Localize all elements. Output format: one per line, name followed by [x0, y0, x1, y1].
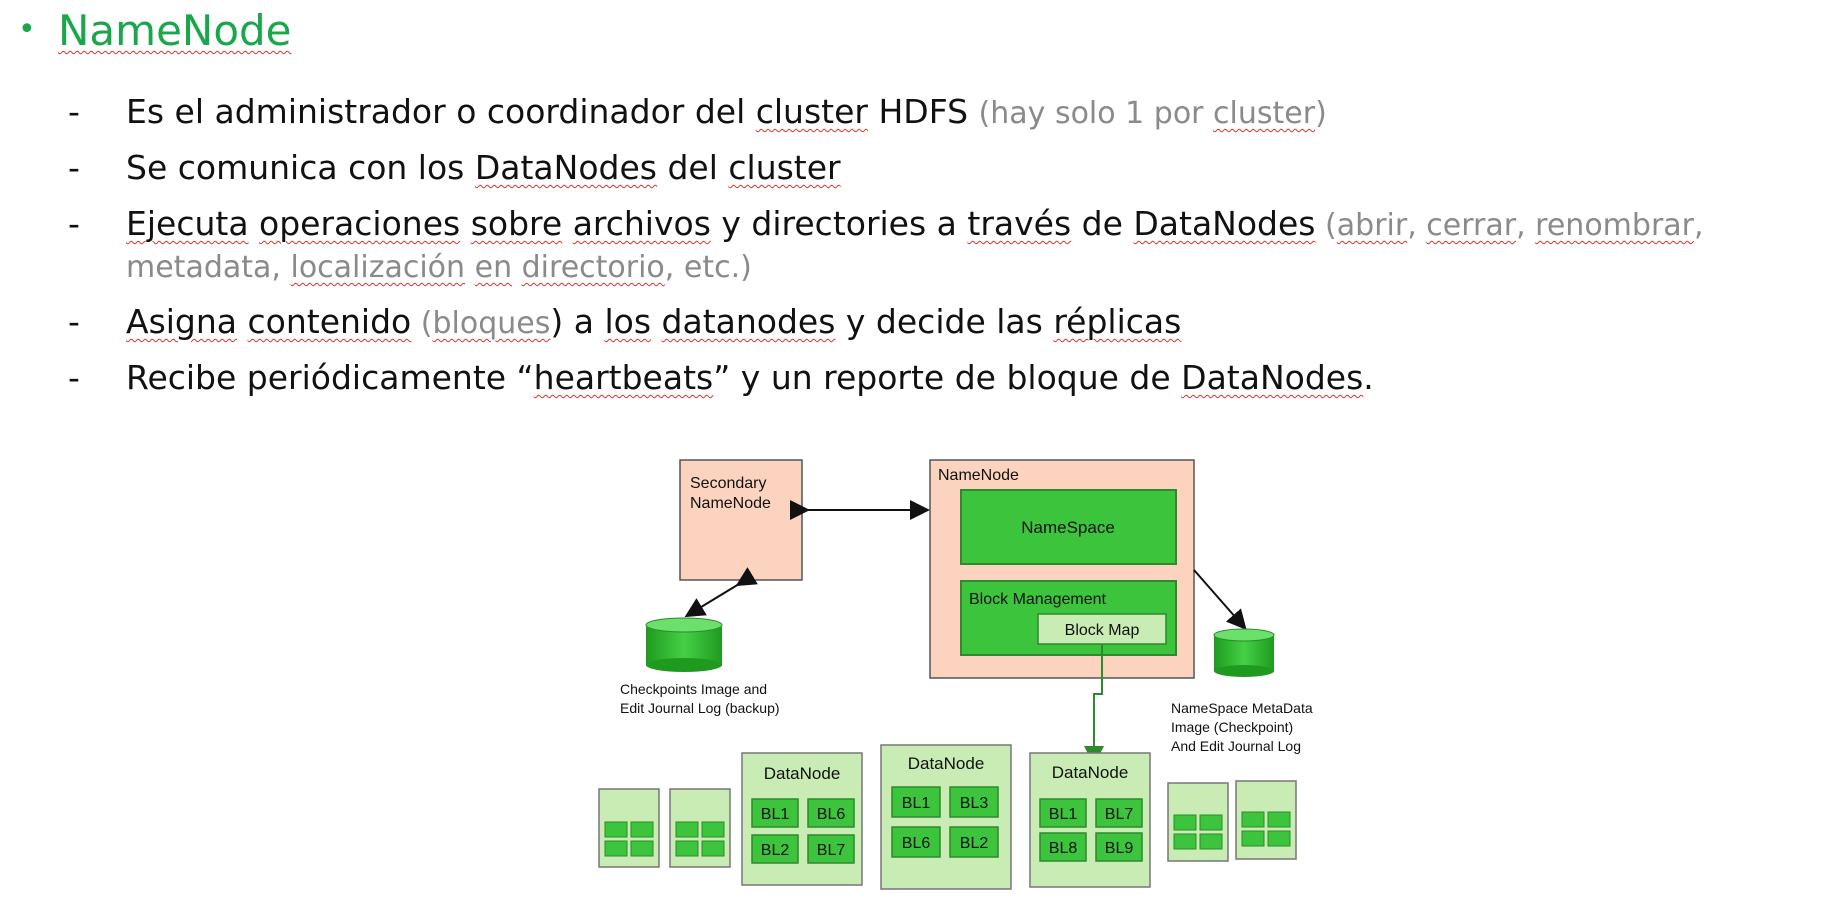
namenode-label: NameNode: [938, 467, 1019, 484]
slide-title: • NameNode: [18, 6, 292, 55]
secondary-namenode-label-2: NameNode: [690, 495, 771, 512]
bullet-dot-icon: •: [18, 12, 36, 47]
datanode-1-block-2: BL6: [817, 806, 846, 823]
datanode-1-block-4: BL7: [817, 842, 846, 859]
datanode-2-label: DataNode: [908, 754, 985, 773]
datanode-2-block-1: BL1: [902, 795, 931, 812]
metadata-database-icon: [1213, 628, 1275, 677]
checkpoint-database-icon: [645, 617, 723, 672]
small-datanode-2: [669, 788, 731, 868]
small-datanode-3: [1167, 782, 1229, 862]
dash-icon: -: [68, 358, 80, 397]
bullet-text-1: Es el administrador o coordinador del cl…: [126, 92, 1327, 131]
bullet-text-3: Ejecuta operaciones sobre archivos y dir…: [126, 204, 1704, 243]
datanode-2-block-4: BL2: [960, 835, 989, 852]
datanode-3-label: DataNode: [1052, 763, 1129, 782]
datanode-3-block-1: BL1: [1049, 806, 1078, 823]
metadata-caption-1: NameSpace MetaData: [1171, 700, 1313, 716]
dash-icon: -: [68, 148, 80, 187]
bullet-text-5: Recibe periódicamente “heartbeats” y un …: [126, 358, 1374, 397]
dash-icon: -: [68, 302, 80, 341]
arrow-secondary-to-checkpoint: [684, 567, 758, 618]
datanode-2-block-2: BL3: [960, 795, 989, 812]
datanode-2-block-3: BL6: [902, 835, 931, 852]
datanode-1-label: DataNode: [764, 764, 841, 783]
checkpoint-caption-2: Edit Journal Log (backup): [620, 700, 780, 716]
bullet-text-4: Asigna contenido (bloques) a los datanod…: [126, 302, 1182, 341]
small-datanode-4: [1235, 780, 1297, 860]
datanode-3-block-3: BL8: [1049, 840, 1078, 857]
hdfs-architecture-diagram: Secondary NameNode NameNode NameSpace Bl…: [598, 459, 1313, 890]
bullet-text-3-continuation: metadata, localización en directorio, et…: [126, 250, 752, 285]
arrow-namenode-to-metadata: [1193, 569, 1247, 631]
block-map-label: Block Map: [1065, 622, 1140, 639]
small-datanode-1: [598, 788, 660, 868]
dash-icon: -: [68, 204, 80, 243]
datanode-3-block-4: BL9: [1105, 840, 1134, 857]
bullet-text-2: Se comunica con los DataNodes del cluste…: [126, 148, 841, 187]
metadata-caption-2: Image (Checkpoint): [1171, 719, 1293, 735]
datanode-1: DataNode BL1 BL6 BL2 BL7: [741, 752, 863, 886]
datanode-1-block-3: BL2: [761, 842, 790, 859]
namespace-label: NameSpace: [1021, 518, 1115, 537]
datanode-2: DataNode BL1 BL3 BL6 BL2: [880, 744, 1012, 890]
checkpoint-caption-1: Checkpoints Image and: [620, 681, 767, 697]
metadata-caption-3: And Edit Journal Log: [1171, 738, 1301, 754]
secondary-namenode-label-1: Secondary: [690, 475, 767, 492]
block-management-label: Block Management: [969, 591, 1107, 608]
datanode-3-block-2: BL7: [1105, 806, 1134, 823]
datanode-1-block-1: BL1: [761, 806, 790, 823]
dash-icon: -: [68, 92, 80, 131]
title-text: NameNode: [58, 6, 292, 55]
datanode-3: DataNode BL1 BL7 BL8 BL9: [1029, 752, 1151, 888]
